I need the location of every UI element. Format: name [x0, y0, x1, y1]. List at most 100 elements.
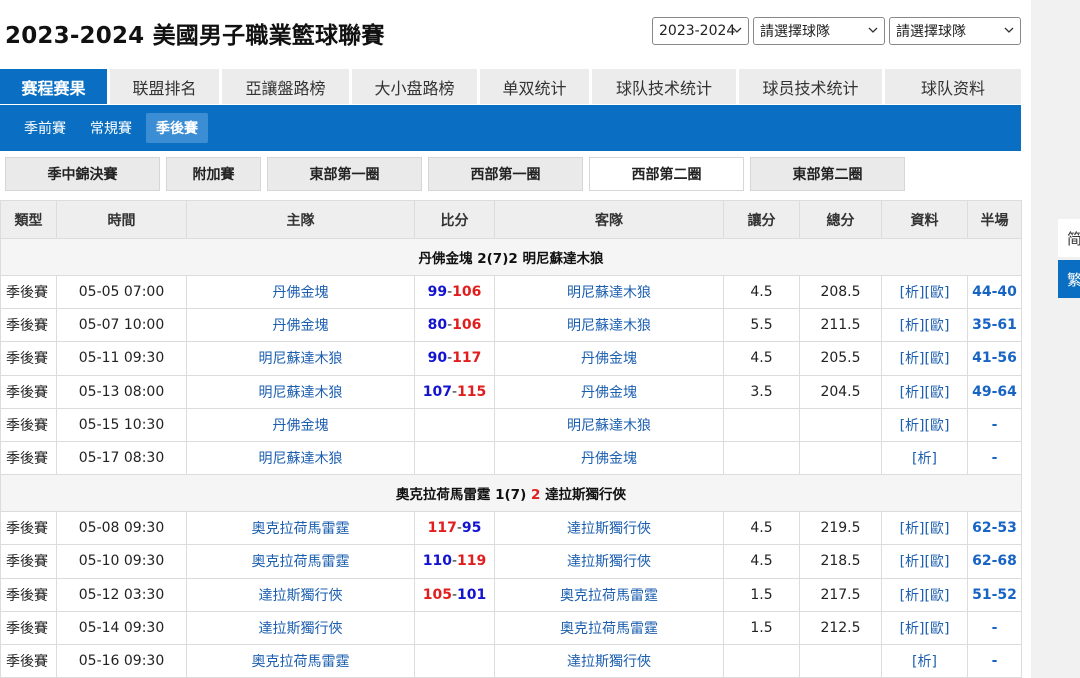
- subtab-preseason[interactable]: 季前賽: [14, 113, 76, 143]
- away-score: 115: [457, 383, 487, 400]
- away-team-link[interactable]: 丹佛金塊: [494, 341, 724, 376]
- game-time: 05-05 07:00: [56, 274, 187, 310]
- handicap-value: 4.5: [723, 274, 800, 310]
- subtab-regular-season[interactable]: 常規賽: [80, 113, 142, 143]
- info-links[interactable]: [析][歐]: [881, 544, 968, 579]
- home-team-link[interactable]: 明尼蘇達木狼: [186, 374, 415, 409]
- away-team-link[interactable]: 奧克拉荷馬雷霆: [494, 610, 724, 645]
- round-west-first[interactable]: 西部第一圈: [428, 157, 583, 191]
- half-score: -: [967, 407, 1022, 442]
- tab-team-info[interactable]: 球队资料: [885, 69, 1021, 104]
- away-team-link[interactable]: 奧克拉荷馬雷霆: [494, 577, 724, 612]
- table-row: 季後賽 05-12 03:30 達拉斯獨行俠 105-101 奧克拉荷馬雷霆 1…: [0, 577, 1022, 612]
- away-team-link[interactable]: 達拉斯獨行俠: [494, 643, 724, 678]
- info-links[interactable]: [析][歐]: [881, 577, 968, 612]
- game-type: 季後賽: [0, 577, 57, 612]
- away-score: 95: [461, 520, 482, 537]
- game-time: 05-15 10:30: [56, 407, 187, 442]
- series-summary: 奧克拉荷馬雷霆 1(7) 2 達拉斯獨行俠: [0, 474, 1022, 513]
- round-west-second[interactable]: 西部第二圈: [589, 157, 744, 191]
- info-links[interactable]: [析]: [881, 440, 968, 476]
- tab-over-under-chart[interactable]: 大小盘路榜: [352, 69, 477, 104]
- home-team-link[interactable]: 丹佛金塊: [186, 308, 415, 343]
- total-value: 219.5: [799, 511, 882, 546]
- away-team-link[interactable]: 明尼蘇達木狼: [494, 308, 724, 343]
- home-team-link[interactable]: 丹佛金塊: [186, 274, 415, 310]
- info-links[interactable]: [析][歐]: [881, 407, 968, 442]
- away-score: 106: [452, 317, 482, 334]
- chevron-down-icon: [732, 27, 742, 33]
- away-team-link[interactable]: 達拉斯獨行俠: [494, 511, 724, 546]
- away-team-link[interactable]: 明尼蘇達木狼: [494, 407, 724, 442]
- game-type: 季後賽: [0, 440, 57, 476]
- simplified-chinese-button[interactable]: 简: [1058, 219, 1080, 257]
- home-team-link[interactable]: 丹佛金塊: [186, 407, 415, 442]
- traditional-chinese-button[interactable]: 繁: [1058, 260, 1080, 298]
- total-value: 212.5: [799, 610, 882, 645]
- info-links[interactable]: [析][歐]: [881, 341, 968, 376]
- total-value: 211.5: [799, 308, 882, 343]
- series-summary-text: 奧克拉荷馬雷霆 1(7): [395, 487, 527, 504]
- info-links[interactable]: [析]: [881, 643, 968, 678]
- table-row: 季後賽 05-08 09:30 奧克拉荷馬雷霆 117-95 達拉斯獨行俠 4.…: [0, 511, 1022, 546]
- tab-schedule-results[interactable]: 赛程赛果: [0, 69, 107, 104]
- round-play-in[interactable]: 附加賽: [166, 157, 261, 191]
- game-time: 05-08 09:30: [56, 511, 187, 546]
- team-select-2-value: 請選擇球隊: [896, 24, 966, 40]
- team-select-1[interactable]: 請選擇球隊: [753, 17, 885, 45]
- home-score: 110: [422, 553, 452, 570]
- away-team-link[interactable]: 明尼蘇達木狼: [494, 274, 724, 310]
- game-type: 季後賽: [0, 308, 57, 343]
- tab-player-tech-stats[interactable]: 球员技术统计: [739, 69, 882, 104]
- away-score: 101: [457, 586, 487, 603]
- game-time: 05-14 09:30: [56, 610, 187, 645]
- tab-odd-even-stats[interactable]: 单双统计: [480, 69, 589, 104]
- round-east-first[interactable]: 東部第一圈: [267, 157, 422, 191]
- game-score: 110-119: [414, 544, 495, 579]
- right-side-panel: [1031, 0, 1080, 678]
- game-time: 05-07 10:00: [56, 308, 187, 343]
- team-select-2[interactable]: 請選擇球隊: [889, 17, 1021, 45]
- tab-team-tech-stats[interactable]: 球队技术统计: [592, 69, 736, 104]
- half-score: 51-52: [967, 577, 1022, 612]
- away-team-link[interactable]: 丹佛金塊: [494, 374, 724, 409]
- away-team-link[interactable]: 達拉斯獨行俠: [494, 544, 724, 579]
- handicap-value: 1.5: [723, 577, 800, 612]
- info-links[interactable]: [析][歐]: [881, 610, 968, 645]
- handicap-value: [723, 407, 800, 442]
- home-team-link[interactable]: 奧克拉荷馬雷霆: [186, 511, 415, 546]
- handicap-value: [723, 643, 800, 678]
- game-score: 99-106: [414, 274, 495, 310]
- info-links[interactable]: [析][歐]: [881, 511, 968, 546]
- tab-handicap-chart[interactable]: 亞讓盤路榜: [222, 69, 349, 104]
- home-team-link[interactable]: 明尼蘇達木狼: [186, 440, 415, 476]
- main-content: 2023-2024 美國男子職業籃球聯賽 2023-2024 請選擇球隊 請選擇…: [0, 0, 1022, 678]
- table-row: 季後賽 05-13 08:00 明尼蘇達木狼 107-115 丹佛金塊 3.5 …: [0, 374, 1022, 409]
- table-header-row: 類型 時間 主隊 比分 客隊 讓分 總分 資料 半場: [0, 200, 1022, 239]
- info-links[interactable]: [析][歐]: [881, 274, 968, 310]
- away-team-link[interactable]: 丹佛金塊: [494, 440, 724, 476]
- col-header-info: 資料: [881, 200, 968, 239]
- home-team-link[interactable]: 奧克拉荷馬雷霆: [186, 544, 415, 579]
- home-score: 99: [427, 284, 448, 301]
- half-score: 49-64: [967, 374, 1022, 409]
- home-team-link[interactable]: 奧克拉荷馬雷霆: [186, 643, 415, 678]
- round-east-second[interactable]: 東部第二圈: [750, 157, 905, 191]
- table-row: 季後賽 05-15 10:30 丹佛金塊 明尼蘇達木狼 [析][歐] -: [0, 407, 1022, 442]
- home-team-link[interactable]: 明尼蘇達木狼: [186, 341, 415, 376]
- series-header-row: 奧克拉荷馬雷霆 1(7) 2 達拉斯獨行俠: [0, 474, 1022, 513]
- chevron-down-icon: [868, 27, 878, 33]
- info-links[interactable]: [析][歐]: [881, 374, 968, 409]
- season-select[interactable]: 2023-2024: [652, 17, 749, 45]
- home-team-link[interactable]: 達拉斯獨行俠: [186, 577, 415, 612]
- table-row: 季後賽 05-10 09:30 奧克拉荷馬雷霆 110-119 達拉斯獨行俠 4…: [0, 544, 1022, 579]
- round-in-season-final[interactable]: 季中錦決賽: [5, 157, 160, 191]
- subtab-playoffs[interactable]: 季後賽: [146, 113, 208, 143]
- season-select-value: 2023-2024: [659, 23, 736, 39]
- info-links[interactable]: [析][歐]: [881, 308, 968, 343]
- home-team-link[interactable]: 達拉斯獨行俠: [186, 610, 415, 645]
- series-summary-text: 丹佛金塊 2(7)2 明尼蘇達木狼: [418, 251, 604, 267]
- game-score: 90-117: [414, 341, 495, 376]
- schedule-table: 類型 時間 主隊 比分 客隊 讓分 總分 資料 半場 丹佛金塊 2(7)2 明尼…: [0, 200, 1022, 678]
- tab-league-standings[interactable]: 联盟排名: [110, 69, 219, 104]
